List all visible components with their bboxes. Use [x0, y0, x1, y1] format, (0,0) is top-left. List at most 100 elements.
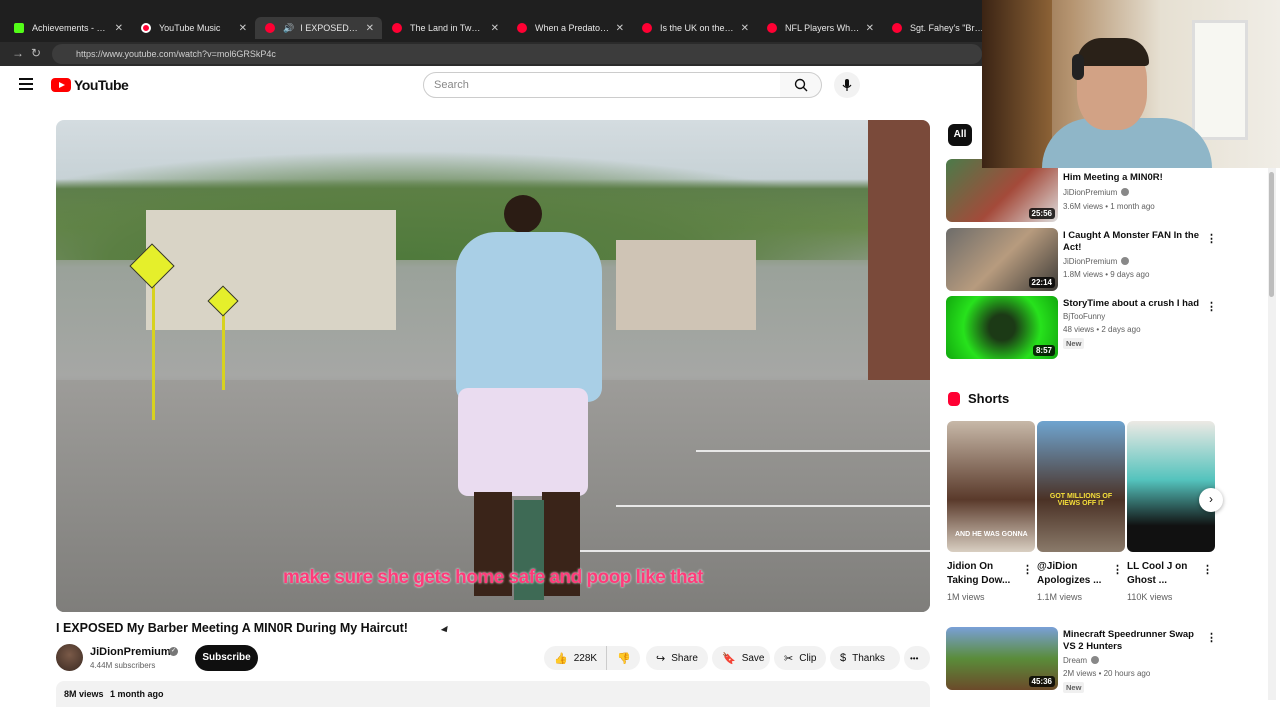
- short-thumbnail[interactable]: GOT MILLIONS OF VIEWS OFF IT: [1037, 421, 1125, 552]
- youtube-icon: [392, 23, 402, 33]
- recommendation-channel: JiDionPremium: [1063, 188, 1130, 197]
- tab-predator-dad[interactable]: When a Predator Dad F ✕: [507, 17, 632, 39]
- recommendation-channel: JiDionPremium: [1063, 257, 1130, 266]
- search-placeholder: Search: [434, 79, 469, 91]
- save-label: Save: [741, 652, 765, 664]
- tab-sgt-fahey[interactable]: Sgt. Fahey's "Brothers: [882, 17, 992, 39]
- close-icon[interactable]: ✕: [491, 23, 499, 34]
- tab-active-video[interactable]: 🔊 I EXPOSED My Barb ✕: [255, 17, 382, 39]
- video-thumbnail[interactable]: 8:57: [946, 296, 1058, 359]
- channel-name[interactable]: JiDionPremium: [90, 646, 171, 658]
- speaker-icon[interactable]: 🔊: [283, 23, 294, 34]
- youtube-icon: [892, 23, 902, 33]
- channel-avatar[interactable]: [56, 644, 83, 671]
- thanks-button[interactable]: $ Thanks: [830, 646, 900, 670]
- tab-youtube-music[interactable]: YouTube Music ✕: [131, 17, 255, 39]
- video-player[interactable]: make sure she gets home safe and poop li…: [56, 120, 930, 612]
- close-icon[interactable]: ✕: [616, 23, 624, 34]
- short-overlay-text: AND HE WAS GONNA: [955, 531, 1028, 538]
- close-icon[interactable]: ✕: [866, 23, 874, 34]
- duration-badge: 25:56: [1028, 208, 1055, 219]
- tab-label: The Land in Two Worlds: [410, 23, 485, 33]
- short-item[interactable]: LL Cool J on Ghost ... 110K views ⋮: [1127, 421, 1215, 602]
- recommendation-meta: 1.8M views • 9 days ago: [1063, 270, 1150, 279]
- youtube-icon: [265, 23, 275, 33]
- tab-label: YouTube Music: [159, 23, 221, 33]
- tab-kick-achievements[interactable]: Achievements - Kick Da ✕: [4, 17, 131, 39]
- voice-search-button[interactable]: [834, 72, 860, 98]
- tab-uk-brink[interactable]: Is the UK on the brink o ✕: [632, 17, 757, 39]
- more-actions-button[interactable]: •••: [904, 646, 930, 670]
- more-options-icon[interactable]: ⋮: [1206, 232, 1217, 245]
- search-input[interactable]: Search: [423, 72, 781, 98]
- url-field[interactable]: https://www.youtube.com/watch?v=mol6GRSk…: [52, 44, 982, 64]
- recommendation-item[interactable]: 8:57 StoryTime about a crush I had ⋮ BjT…: [946, 296, 1217, 360]
- new-badge: New: [1063, 338, 1085, 349]
- short-item[interactable]: AND HE WAS GONNA Jidion On Taking Dow...…: [947, 421, 1035, 602]
- reload-icon[interactable]: ↻: [31, 46, 41, 60]
- chevron-right-icon[interactable]: ›: [1199, 488, 1223, 512]
- recommendation-item[interactable]: 22:14 I Caught A Monster FAN In the Act!…: [946, 228, 1217, 292]
- duration-badge: 22:14: [1028, 277, 1055, 288]
- tab-label: NFL Players Who Becam: [785, 23, 860, 33]
- url-text: https://www.youtube.com/watch?v=mol6GRSk…: [76, 49, 276, 59]
- short-views: 1.1M views: [1037, 592, 1083, 602]
- webcam-person-hair: [1077, 38, 1149, 66]
- more-options-icon[interactable]: ⋮: [1206, 631, 1217, 644]
- recommendation-item[interactable]: 25:56 Him Meeting a MIN0R! JiDionPremium…: [946, 159, 1216, 223]
- tab-label: Sgt. Fahey's "Brothers: [910, 23, 984, 33]
- like-button[interactable]: 👍 228K: [544, 646, 606, 670]
- recommendation-title: I Caught A Monster FAN In the Act!: [1063, 230, 1199, 253]
- video-thumbnail[interactable]: 25:56: [946, 159, 1058, 222]
- forward-icon[interactable]: →: [12, 46, 24, 60]
- upload-age: 1 month ago: [110, 689, 164, 699]
- recommendation-title: Him Meeting a MIN0R!: [1063, 172, 1163, 183]
- search-button[interactable]: [780, 72, 822, 98]
- like-count: 228K: [573, 652, 598, 664]
- logo-text: YouTube: [74, 77, 129, 93]
- close-icon[interactable]: ✕: [741, 23, 749, 34]
- shorts-icon: [948, 391, 960, 406]
- more-options-icon[interactable]: ⋮: [1202, 563, 1213, 576]
- thanks-label: Thanks: [852, 652, 885, 664]
- clip-button[interactable]: ✂ Clip: [774, 646, 826, 670]
- youtube-logo[interactable]: YouTube: [51, 77, 129, 93]
- short-thumbnail[interactable]: [1127, 421, 1215, 552]
- more-options-icon[interactable]: ⋮: [1112, 563, 1123, 576]
- more-options-icon[interactable]: ⋮: [1206, 300, 1217, 313]
- chip-all[interactable]: All: [948, 124, 972, 146]
- shorts-title: Shorts: [968, 391, 1010, 406]
- close-icon[interactable]: ✕: [115, 23, 123, 34]
- sign-pole: [152, 280, 155, 420]
- close-icon[interactable]: ✕: [239, 23, 247, 34]
- video-thumbnail[interactable]: 22:14: [946, 228, 1058, 291]
- scene-building: [616, 240, 756, 330]
- more-options-icon[interactable]: ⋮: [1022, 563, 1033, 576]
- dislike-button[interactable]: 👎: [606, 646, 640, 670]
- video-thumbnail[interactable]: 45:36: [946, 627, 1058, 690]
- short-title: Jidion On Taking Dow...: [947, 561, 1011, 586]
- recommendation-item[interactable]: 45:36 Minecraft Speedrunner Swap VS 2 Hu…: [946, 627, 1217, 693]
- recommendation-channel: BjTooFunny: [1063, 312, 1106, 321]
- shorts-header: Shorts: [948, 391, 1009, 406]
- save-button[interactable]: 🔖 Save: [712, 646, 770, 670]
- tab-nfl-players[interactable]: NFL Players Who Becam ✕: [757, 17, 882, 39]
- short-item[interactable]: GOT MILLIONS OF VIEWS OFF IT @JiDion Apo…: [1037, 421, 1125, 602]
- webcam-window: [1192, 20, 1248, 140]
- youtube-icon: [517, 23, 527, 33]
- description-box[interactable]: 8M views 1 month ago: [56, 681, 930, 707]
- search-icon: [794, 78, 807, 92]
- tab-label: When a Predator Dad F: [535, 23, 610, 33]
- scrollbar-thumb[interactable]: [1269, 172, 1274, 297]
- subscribe-button[interactable]: Subscribe: [195, 645, 258, 671]
- close-icon[interactable]: ✕: [366, 23, 374, 34]
- menu-icon[interactable]: [19, 78, 33, 90]
- share-button[interactable]: ↪ Share: [646, 646, 708, 670]
- recommendation-meta: 2M views • 20 hours ago: [1063, 669, 1151, 678]
- scene-building: [146, 210, 396, 330]
- tab-label: Is the UK on the brink o: [660, 23, 735, 33]
- bookmark-icon: 🔖: [722, 652, 736, 665]
- short-thumbnail[interactable]: AND HE WAS GONNA: [947, 421, 1035, 552]
- tab-land-two-worlds[interactable]: The Land in Two Worlds ✕: [382, 17, 507, 39]
- verified-icon: [1091, 656, 1100, 664]
